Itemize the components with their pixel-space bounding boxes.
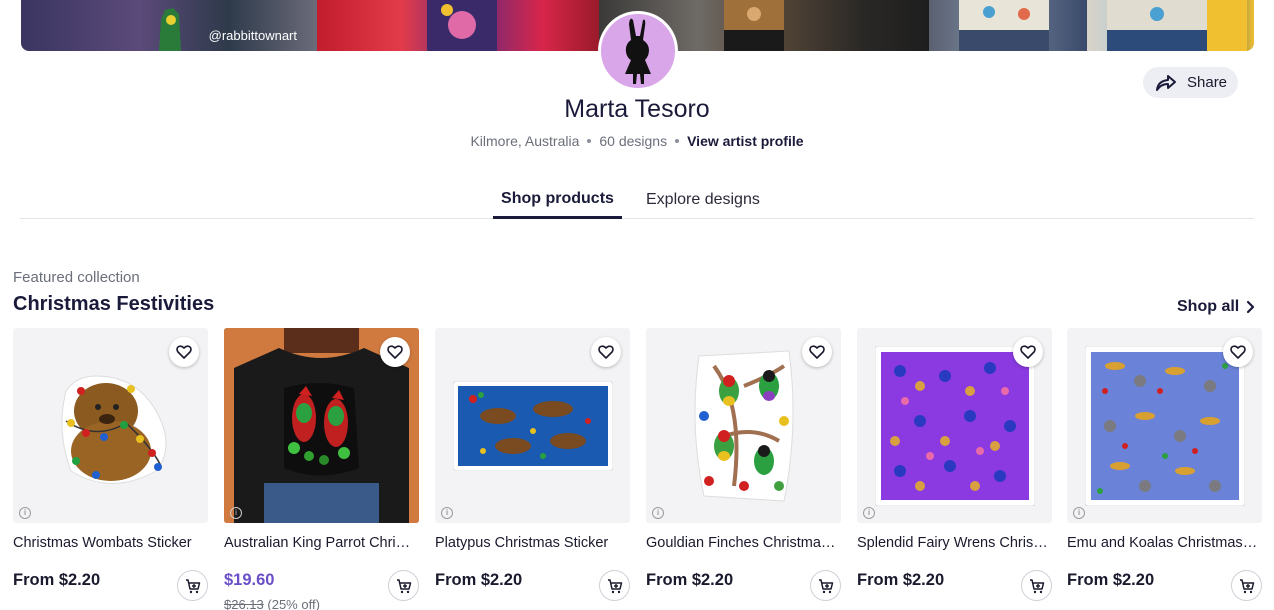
- shop-all-link[interactable]: Shop all: [1177, 298, 1255, 316]
- banner-handle: @rabbittownart: [208, 28, 297, 43]
- product-card[interactable]: i Australian King Parrot Christmas Class…: [224, 328, 419, 610]
- favorite-button[interactable]: [591, 337, 621, 367]
- product-sale-price: $19.60: [224, 571, 275, 589]
- product-price: From $2.20: [13, 571, 101, 589]
- separator-dot: [675, 139, 680, 143]
- share-icon: [1156, 74, 1176, 91]
- cart-icon: [1239, 578, 1254, 593]
- add-to-cart-button[interactable]: [1021, 570, 1052, 601]
- add-to-cart-button[interactable]: [810, 570, 841, 601]
- info-icon[interactable]: i: [1073, 507, 1085, 519]
- old-price: $26.13: [224, 597, 264, 610]
- add-to-cart-button[interactable]: [1231, 570, 1262, 601]
- featured-collection-label: Featured collection: [13, 269, 140, 286]
- info-icon[interactable]: i: [863, 507, 875, 519]
- product-card[interactable]: i Christmas Wombats Sticker From $2.20: [13, 328, 208, 601]
- product-price: From $2.20: [646, 571, 734, 589]
- chevron-right-icon: [1247, 300, 1255, 314]
- product-title[interactable]: Emu and Koalas Christmas Sticker: [1067, 535, 1259, 551]
- product-image[interactable]: i: [1067, 328, 1262, 523]
- product-card[interactable]: i Gouldian Finches Christmas Sticker Fro…: [646, 328, 841, 601]
- favorite-button[interactable]: [380, 337, 410, 367]
- collection-title: Christmas Festivities: [13, 293, 215, 315]
- product-original-price: $26.13 (25% off): [224, 597, 320, 610]
- artist-meta: Kilmore, Australia 60 designs View artist …: [0, 133, 1274, 149]
- product-image[interactable]: i: [857, 328, 1052, 523]
- info-icon[interactable]: i: [230, 507, 242, 519]
- product-price: From $2.20: [435, 571, 523, 589]
- cart-icon: [607, 578, 622, 593]
- artist-name: Marta Tesoro: [564, 95, 710, 123]
- tab-shop-products[interactable]: Shop products: [493, 188, 622, 219]
- banner-image-5: [1087, 0, 1254, 51]
- cart-icon: [1029, 578, 1044, 593]
- cart-icon: [396, 578, 411, 593]
- product-title[interactable]: Platypus Christmas Sticker: [435, 535, 627, 551]
- product-card[interactable]: i Emu and Koalas Christmas Sticker From …: [1067, 328, 1262, 601]
- design-count: 60 designs: [599, 133, 668, 149]
- heart-icon: [387, 345, 403, 359]
- shop-all-label: Shop all: [1177, 298, 1240, 315]
- product-image[interactable]: i: [13, 328, 208, 523]
- add-to-cart-button[interactable]: [388, 570, 419, 601]
- shop-tabs: Shop products Explore designs: [20, 180, 1254, 219]
- product-title[interactable]: Christmas Wombats Sticker: [13, 535, 205, 551]
- info-icon[interactable]: i: [19, 507, 31, 519]
- cart-icon: [185, 578, 200, 593]
- product-image[interactable]: i: [435, 328, 630, 523]
- product-image[interactable]: i: [224, 328, 419, 523]
- heart-icon: [598, 345, 614, 359]
- heart-icon: [809, 345, 825, 359]
- separator-dot: [587, 139, 592, 143]
- favorite-button[interactable]: [1223, 337, 1253, 367]
- banner-image-4: [929, 0, 1087, 51]
- favorite-button[interactable]: [169, 337, 199, 367]
- share-button[interactable]: Share: [1143, 67, 1238, 98]
- heart-icon: [1230, 345, 1246, 359]
- product-card[interactable]: i Platypus Christmas Sticker From $2.20: [435, 328, 630, 601]
- tab-explore-designs[interactable]: Explore designs: [646, 188, 760, 219]
- product-price: From $2.20: [1067, 571, 1155, 589]
- favorite-button[interactable]: [802, 337, 832, 367]
- add-to-cart-button[interactable]: [177, 570, 208, 601]
- product-card[interactable]: i Splendid Fairy Wrens Christmas Sticker…: [857, 328, 1052, 601]
- product-title[interactable]: Splendid Fairy Wrens Christmas Sticker: [857, 535, 1049, 551]
- add-to-cart-button[interactable]: [599, 570, 630, 601]
- product-price: From $2.20: [857, 571, 945, 589]
- cart-icon: [818, 578, 833, 593]
- artist-location: Kilmore, Australia: [470, 133, 580, 149]
- view-artist-profile-link[interactable]: View artist profile: [687, 133, 803, 149]
- product-title[interactable]: Gouldian Finches Christmas Sticker: [646, 535, 838, 551]
- banner-image-2: [317, 0, 599, 51]
- info-icon[interactable]: i: [441, 507, 453, 519]
- rabbit-silhouette-icon: [625, 18, 651, 85]
- favorite-button[interactable]: [1013, 337, 1043, 367]
- share-label: Share: [1187, 74, 1228, 91]
- discount-label: (25% off): [267, 597, 320, 610]
- product-title[interactable]: Australian King Parrot Christmas Classic…: [224, 535, 416, 551]
- info-icon[interactable]: i: [652, 507, 664, 519]
- artist-avatar[interactable]: [598, 11, 678, 91]
- heart-icon: [1020, 345, 1036, 359]
- banner-image-1: @rabbittownart: [21, 0, 317, 51]
- product-image[interactable]: i: [646, 328, 841, 523]
- heart-icon: [176, 345, 192, 359]
